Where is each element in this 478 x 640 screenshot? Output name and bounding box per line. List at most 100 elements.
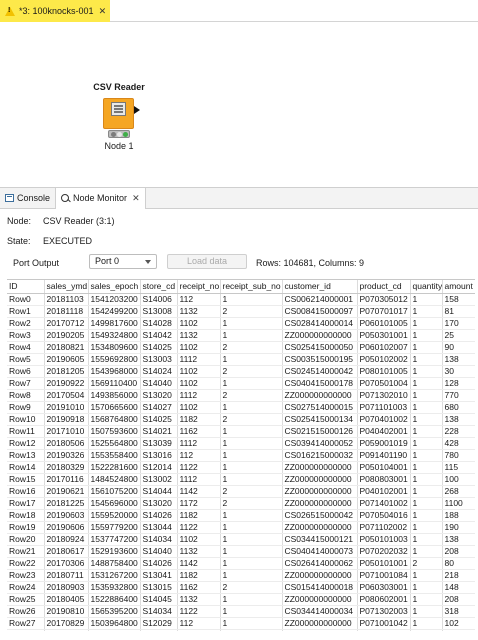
- table-cell: CS016215000032: [282, 449, 358, 462]
- column-header[interactable]: customer_id: [282, 280, 358, 294]
- table-cell: 1534809600: [88, 341, 141, 354]
- table-cell: 1549324800: [88, 329, 141, 342]
- table-row[interactable]: Row0 20181103 1541203200 S14006 112 1 CS006214…: [7, 293, 475, 306]
- table-cell: 1102: [177, 533, 221, 546]
- table-row[interactable]: Row25 20180405 1522886400 S14045 1132 1 ZZ0000…: [7, 593, 475, 606]
- table-cell: 20170306: [44, 557, 89, 570]
- table-row[interactable]: Row9 20191010 1570665600 S14027 1102 1 CS02751…: [7, 401, 475, 414]
- column-header[interactable]: receipt_no: [177, 280, 221, 294]
- editor-tab-bar: *3: 100knocks-001 ✕: [0, 0, 478, 22]
- table-cell: 1: [410, 569, 443, 582]
- table-cell: S14034: [140, 533, 178, 546]
- workflow-tab[interactable]: *3: 100knocks-001 ✕: [0, 0, 110, 22]
- table-row[interactable]: Row1 20181118 1542499200 S13008 1132 2 CS00841…: [7, 305, 475, 318]
- table-row[interactable]: Row6 20181205 1543968000 S14024 1102 2 CS02451…: [7, 365, 475, 378]
- csv-reader-node[interactable]: [103, 98, 134, 129]
- column-header[interactable]: receipt_sub_no: [220, 280, 283, 294]
- column-header[interactable]: product_cd: [357, 280, 411, 294]
- table-row[interactable]: Row7 20190922 1569110400 S14040 1102 1 CS04041…: [7, 377, 475, 390]
- tab-console[interactable]: Console: [0, 188, 55, 209]
- table-row[interactable]: Row10 20190918 1568764800 S14025 1182 2 CS0254…: [7, 413, 475, 426]
- table-row[interactable]: Row18 20190603 1559520000 S14026 1182 1 CS0265…: [7, 509, 475, 522]
- table-row[interactable]: Row5 20190605 1559692800 S13003 1112 1 CS00351…: [7, 353, 475, 366]
- table-cell: 1162: [177, 629, 221, 631]
- table-row[interactable]: Row19 20190606 1559779200 S13044 1122 1 ZZ0000…: [7, 521, 475, 534]
- table-row[interactable]: Row22 20170306 1488758400 S14026 1142 1 CS0264…: [7, 557, 475, 570]
- table-cell: P070504016: [357, 509, 411, 522]
- table-cell: 1: [220, 449, 283, 462]
- table-row[interactable]: Row20 20180924 1537747200 S14034 1102 1 CS0344…: [7, 533, 475, 546]
- output-port-icon[interactable]: [134, 106, 140, 114]
- table-cell: 1: [410, 497, 443, 510]
- table-cell: P070202032: [357, 545, 411, 558]
- table-row[interactable]: Row15 20170116 1484524800 S13002 1112 1 ZZ0000…: [7, 473, 475, 486]
- table-row[interactable]: Row2 20170712 1499817600 S14028 1102 1 CS02841…: [7, 317, 475, 330]
- table-cell: P050101001: [357, 557, 411, 570]
- node-label[interactable]: Node 1: [93, 141, 145, 151]
- table-cell: P071302003: [357, 605, 411, 618]
- table-row[interactable]: Row26 20190810 1565395200 S14034 1122 1 CS0344…: [7, 605, 475, 618]
- column-header[interactable]: sales_ymd: [44, 280, 89, 294]
- node-title[interactable]: CSV Reader: [93, 82, 145, 92]
- column-header[interactable]: sales_epoch: [88, 280, 141, 294]
- table-cell: S13020: [140, 389, 178, 402]
- table-cell: ZZ000000000000: [282, 485, 358, 498]
- table-cell: S13016: [140, 449, 178, 462]
- column-header[interactable]: amount: [442, 280, 475, 294]
- table-cell: Row14: [7, 461, 45, 474]
- table-row[interactable]: Row24 20180903 1535932800 S13015 1162 2 CS0154…: [7, 581, 475, 594]
- table-cell: P090401012: [357, 629, 411, 631]
- load-data-button[interactable]: Load data: [167, 254, 247, 269]
- table-cell: 2: [220, 581, 283, 594]
- table-cell: Row2: [7, 317, 45, 330]
- workflow-canvas[interactable]: CSV Reader Node 1: [0, 22, 478, 182]
- table-row[interactable]: Row21 20180617 1529193600 S14040 1132 1 CS0404…: [7, 545, 475, 558]
- table-cell: 80: [442, 557, 475, 570]
- table-cell: 1507593600: [88, 425, 141, 438]
- table-row[interactable]: Row17 20181225 1545696000 S13020 1172 2 ZZ0000…: [7, 497, 475, 510]
- table-cell: 190: [442, 521, 475, 534]
- table-row[interactable]: Row8 20170504 1493856000 S13020 1112 2 ZZ00000…: [7, 389, 475, 402]
- table-row[interactable]: Row23 20180711 1531267200 S13041 1182 1 ZZ0000…: [7, 569, 475, 582]
- column-header[interactable]: store_cd: [140, 280, 178, 294]
- table-cell: 20180821: [44, 341, 89, 354]
- table-cell: 780: [442, 449, 475, 462]
- table-row[interactable]: Row11 20171010 1507593600 S14021 1162 1 CS0215…: [7, 425, 475, 438]
- table-row[interactable]: Row13 20190326 1553558400 S13016 112 1 CS01621…: [7, 449, 475, 462]
- table-cell: 1535932800: [88, 581, 141, 594]
- table-row[interactable]: Row27 20170829 1503964800 S12029 112 1 ZZ00000…: [7, 617, 475, 630]
- table-row[interactable]: Row28201702271488153600S1301711622ZZ0000…: [7, 629, 475, 631]
- table-cell: 1553558400: [88, 449, 141, 462]
- table-row[interactable]: Row4 20180821 1534809600 S14025 1102 2 CS02541…: [7, 341, 475, 354]
- tab-node-monitor[interactable]: Node Monitor ✕: [55, 187, 146, 209]
- table-cell: 81: [442, 305, 475, 318]
- port-select[interactable]: Port 0: [89, 254, 157, 269]
- table-cell: 2: [220, 365, 283, 378]
- table-cell: P050102002: [357, 353, 411, 366]
- table-cell: 20191010: [44, 401, 89, 414]
- table-cell: 20190621: [44, 485, 89, 498]
- view-tab-bar: Console Node Monitor ✕: [0, 187, 478, 209]
- table-row[interactable]: Row3 20190205 1549324800 S14042 1132 1 ZZ00000…: [7, 329, 475, 342]
- table-row[interactable]: Row14 20180329 1522281600 S12014 1122 1 ZZ0000…: [7, 461, 475, 474]
- node-label-text: Node:: [7, 216, 32, 226]
- table-cell: 1: [220, 533, 283, 546]
- table-cell: ZZ000000000000: [282, 593, 358, 606]
- table-cell: 1: [410, 365, 443, 378]
- table-cell: 208: [442, 593, 475, 606]
- close-icon[interactable]: ✕: [132, 193, 140, 204]
- table-cell: 20190922: [44, 377, 89, 390]
- table-cell: 20180405: [44, 593, 89, 606]
- table-row[interactable]: Row16 20190621 1561075200 S14044 1142 2 ZZ0000…: [7, 485, 475, 498]
- table-cell: S14045: [140, 593, 178, 606]
- table-row[interactable]: Row12 20180506 1525564800 S13039 1112 1 CS0394…: [7, 437, 475, 450]
- table-cell: 1: [410, 485, 443, 498]
- table-cell: 1: [410, 353, 443, 366]
- table-cell: CS040414000073: [282, 545, 358, 558]
- data-table[interactable]: ID sales_ymd sales_epoch store_cd receipt_no…: [7, 279, 475, 631]
- table-cell: 1112: [177, 437, 221, 450]
- column-header[interactable]: quantity: [410, 280, 443, 294]
- table-cell: 1102: [177, 377, 221, 390]
- close-icon[interactable]: ✕: [99, 6, 107, 17]
- column-header[interactable]: ID: [7, 280, 45, 294]
